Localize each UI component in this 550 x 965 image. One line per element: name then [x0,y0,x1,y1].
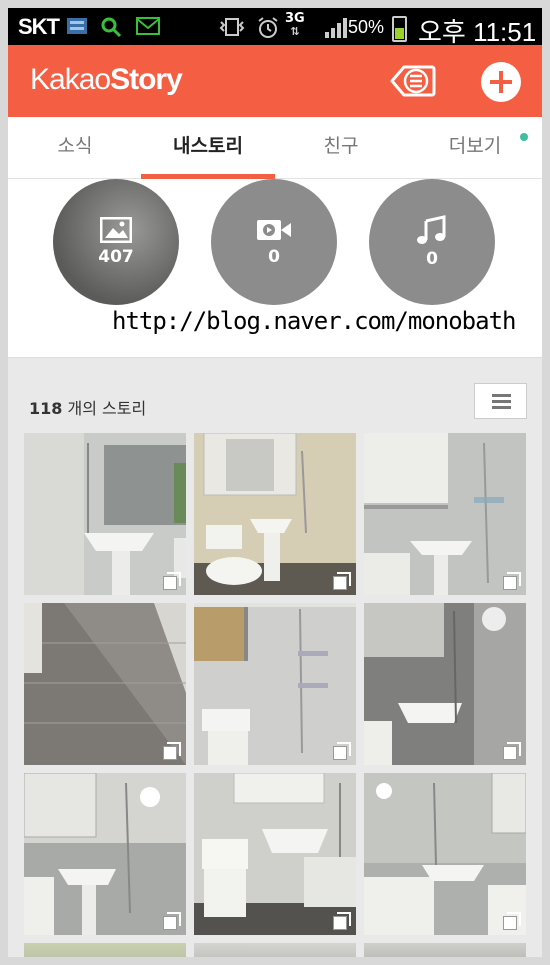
bathroom-photo-2 [194,433,356,595]
video-count: 0 [268,247,280,267]
list-view-button[interactable] [474,383,527,419]
multi-photo-icon [503,742,521,760]
tab-more[interactable]: 더보기 [408,117,542,179]
network-type-label: 3G ⇅ [285,11,305,38]
music-count: 0 [426,249,438,269]
story-tile-11-partial[interactable] [194,943,356,965]
multi-photo-icon [163,572,181,590]
story-tile-8[interactable] [194,773,356,935]
blog-url-watermark: http://blog.naver.com/monobath [112,307,516,335]
battery-icon [392,16,407,42]
story-count: 118 개의 스토리 [29,399,147,418]
videos-circle-button[interactable]: 0 [211,179,337,305]
app-logo: KakaoStory [30,63,183,96]
photos-circle-button[interactable]: 407 [53,179,179,305]
tab-more-label: 더보기 [448,135,502,157]
story-tile-4[interactable] [24,603,186,765]
photo-icon [100,217,132,243]
multi-photo-icon [503,572,521,590]
multi-photo-icon [163,742,181,760]
tab-friends[interactable]: 친구 [274,117,408,179]
multi-photo-icon [333,742,351,760]
story-tile-6[interactable] [364,603,526,765]
multi-photo-icon [503,912,521,930]
carrier-label: SKT [18,14,60,39]
tab-news[interactable]: 소식 [8,117,142,179]
tab-my-story[interactable]: 내스토리 [141,117,275,179]
story-tile-10-partial[interactable] [24,943,186,965]
bathroom-photo-3 [364,433,526,595]
tab-bar: 소식 내스토리 친구 더보기 [8,117,542,179]
new-badge-dot [520,133,528,141]
signal-icon [324,16,348,44]
message-notification-icon [136,16,160,40]
bathroom-photo-5 [194,603,356,765]
multi-photo-icon [333,912,351,930]
story-tile-7[interactable] [24,773,186,935]
sim-icon [66,16,88,40]
app-bar: KakaoStory [8,45,542,117]
bathroom-photo-7 [24,773,186,935]
alarm-icon [256,16,280,44]
story-photo-grid [24,433,527,965]
story-tile-9[interactable] [364,773,526,935]
story-tile-12-partial[interactable] [364,943,526,965]
clock: 오후 11:51 [418,17,537,47]
story-tile-3[interactable] [364,433,526,595]
bathroom-photo-9 [364,773,526,935]
battery-percent: 50% [348,17,385,37]
music-circle-button[interactable]: 0 [369,179,495,305]
bathroom-photo-8 [194,773,356,935]
story-tile-5[interactable] [194,603,356,765]
video-icon [257,220,291,240]
bathroom-photo-6 [364,603,526,765]
list-icon [492,394,511,397]
story-tile-2[interactable] [194,433,356,595]
search-notification-icon [100,16,122,42]
photo-count: 407 [98,247,134,267]
multi-photo-icon [333,572,351,590]
add-story-button[interactable] [481,62,521,102]
music-note-icon [417,215,446,244]
bathroom-photo-4 [24,603,186,765]
multi-photo-icon [163,912,181,930]
vibrate-icon [218,16,246,42]
bathroom-photo-1 [24,433,186,595]
menu-button[interactable] [390,63,438,99]
story-tile-1[interactable] [24,433,186,595]
status-bar: SKT 3G ⇅ 50% 오후 11:51 [0,0,550,47]
menu-list-icon [390,65,436,97]
